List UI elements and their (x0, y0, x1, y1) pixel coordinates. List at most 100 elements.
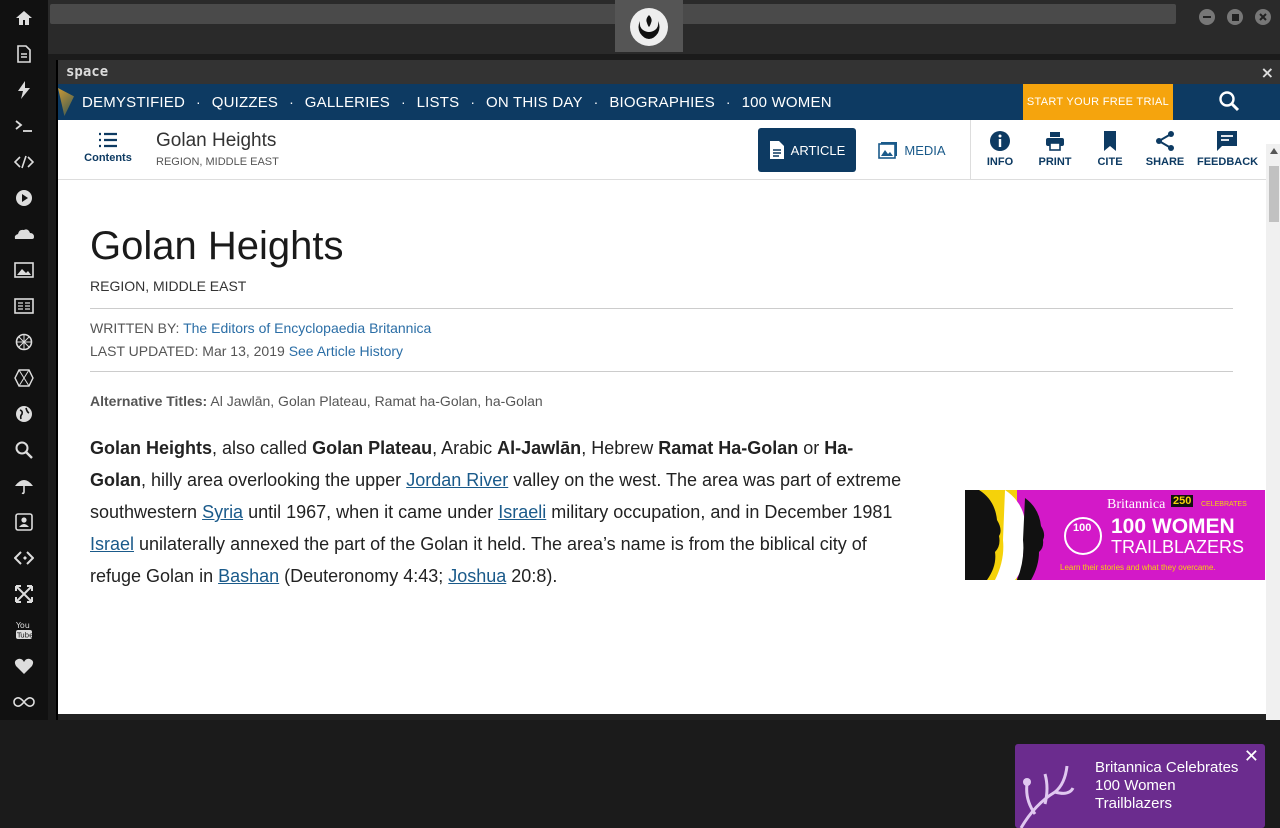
globe-icon[interactable] (0, 396, 48, 432)
term: Golan Heights (90, 438, 213, 458)
media-icon (878, 142, 898, 159)
alt-titles-label: Alternative Titles: (90, 393, 208, 409)
article-tab-label: ARTICLE (790, 142, 846, 158)
nav-biographies[interactable]: BIOGRAPHIES (609, 94, 715, 111)
code-icon[interactable] (0, 144, 48, 180)
text: 20:8). (506, 566, 558, 586)
terminal-icon[interactable] (0, 108, 48, 144)
rebel-tab[interactable] (615, 0, 683, 52)
umbrella-icon[interactable] (0, 468, 48, 504)
divider (90, 371, 1233, 372)
play-icon[interactable] (0, 180, 48, 216)
list-icon (99, 132, 117, 148)
image-icon[interactable] (0, 252, 48, 288)
document-icon[interactable] (0, 36, 48, 72)
share-icon (1156, 131, 1174, 151)
updated-label: LAST UPDATED: (90, 343, 199, 359)
cite-label: CITE (1097, 156, 1123, 168)
link-bashan[interactable]: Bashan (218, 566, 279, 586)
ad-badge: 100 (1073, 522, 1092, 534)
nav-separator: · (400, 94, 406, 110)
alt-titles-value: Al Jawlān, Golan Plateau, Ramat ha-Golan… (210, 393, 543, 409)
scroll-up-arrow[interactable] (1270, 148, 1278, 154)
text: , Hebrew (581, 438, 659, 458)
toolbar-subtitle: REGION, MIDDLE EAST (156, 156, 279, 168)
written-by: WRITTEN BY: The Editors of Encyclopaedia… (90, 320, 431, 336)
print-button[interactable]: PRINT (1025, 130, 1085, 168)
link-israeli[interactable]: Israeli (498, 502, 546, 522)
print-label: PRINT (1038, 156, 1072, 168)
nav-quizzes[interactable]: QUIZZES (212, 94, 278, 111)
maximize-button[interactable] (1227, 9, 1243, 25)
ad-celebrates: CELEBRATES (1201, 501, 1247, 508)
author-link[interactable]: The Editors of Encyclopaedia Britannica (183, 320, 431, 336)
print-icon (1046, 132, 1064, 151)
article-tab[interactable]: ARTICLE (758, 128, 856, 172)
search-icon[interactable] (0, 432, 48, 468)
infinity-icon[interactable] (0, 684, 48, 720)
bolt-icon[interactable] (0, 72, 48, 108)
link-joshua[interactable]: Joshua (448, 566, 506, 586)
rebel-alliance-icon (630, 8, 668, 46)
info-button[interactable]: INFO (970, 130, 1030, 168)
ad-brand: Britannica (1107, 497, 1166, 512)
article-title: Golan Heights (90, 224, 344, 268)
text: , also called (212, 438, 313, 458)
term: Al-Jawlān (497, 438, 582, 458)
youtube-icon[interactable]: You Tube (0, 612, 48, 648)
nav-galleries[interactable]: GALLERIES (305, 94, 390, 111)
brackets-icon[interactable] (0, 540, 48, 576)
cloud-icon[interactable] (0, 216, 48, 252)
article-history-link[interactable]: See Article History (289, 343, 403, 359)
expand-icon[interactable] (0, 576, 48, 612)
share-button[interactable]: SHARE (1135, 130, 1195, 168)
text: , Arabic (432, 438, 498, 458)
scrollbar-thumb[interactable] (1269, 166, 1279, 222)
divider (90, 308, 1233, 309)
promo-popup[interactable]: ✕ Britannica Celebrates 100 Women Trailb… (1015, 744, 1265, 828)
contents-label: Contents (84, 152, 132, 164)
link-jordan-river[interactable]: Jordan River (406, 470, 508, 490)
media-tab[interactable]: MEDIA (876, 128, 948, 172)
britannica-logo[interactable] (58, 88, 74, 116)
free-trial-button[interactable]: START YOUR FREE TRIAL (1023, 84, 1173, 120)
heart-icon[interactable] (0, 648, 48, 684)
article-toolbar: Contents Golan Heights REGION, MIDDLE EA… (58, 120, 1266, 180)
text: , hilly area overlooking the upper (141, 470, 407, 490)
panel-close-button[interactable]: × (1261, 63, 1274, 82)
aperture-icon[interactable] (0, 324, 48, 360)
nav-separator: · (593, 94, 599, 110)
ad-anniversary: 250 (1171, 495, 1194, 507)
hexagon-icon[interactable] (0, 360, 48, 396)
updated-date: Mar 13, 2019 (202, 343, 285, 359)
text: military occupation, and in December 198… (546, 502, 893, 522)
nav-100-women[interactable]: 100 WOMEN (742, 94, 832, 111)
link-israel[interactable]: Israel (90, 534, 134, 554)
ad-banner[interactable]: Britannica 250 CELEBRATES 100 100 WOMEN … (965, 490, 1265, 580)
popup-close-button[interactable]: ✕ (1244, 746, 1259, 767)
scrollbar[interactable] (1266, 144, 1280, 720)
webview-panel: space × DEMYSTIFIED · QUIZZES · GALLERIE… (56, 60, 1280, 828)
close-window-button[interactable] (1255, 9, 1271, 25)
nav-lists[interactable]: LISTS (417, 94, 460, 111)
url-bar[interactable] (50, 4, 1176, 24)
cite-button[interactable]: CITE (1080, 130, 1140, 168)
contents-button[interactable]: Contents (82, 132, 134, 164)
news-icon[interactable] (0, 288, 48, 324)
nav-demystified[interactable]: DEMYSTIFIED (82, 94, 185, 111)
search-icon[interactable] (1218, 90, 1242, 114)
text: (Deuteronomy 4:43; (279, 566, 449, 586)
site-navbar: DEMYSTIFIED · QUIZZES · GALLERIES · LIST… (58, 84, 1280, 120)
contact-card-icon[interactable] (0, 504, 48, 540)
panel-bottom-edge (58, 714, 1266, 720)
nav-separator: · (289, 94, 294, 110)
minimize-button[interactable] (1199, 9, 1215, 25)
link-syria[interactable]: Syria (202, 502, 243, 522)
media-tab-label: MEDIA (904, 142, 946, 158)
text: or (798, 438, 825, 458)
ad-tagline: Learn their stories and what they overca… (1060, 563, 1216, 572)
home-icon[interactable] (0, 0, 48, 36)
nav-separator: · (470, 94, 475, 110)
nav-on-this-day[interactable]: ON THIS DAY (486, 94, 583, 111)
feedback-button[interactable]: FEEDBACK (1197, 130, 1258, 168)
